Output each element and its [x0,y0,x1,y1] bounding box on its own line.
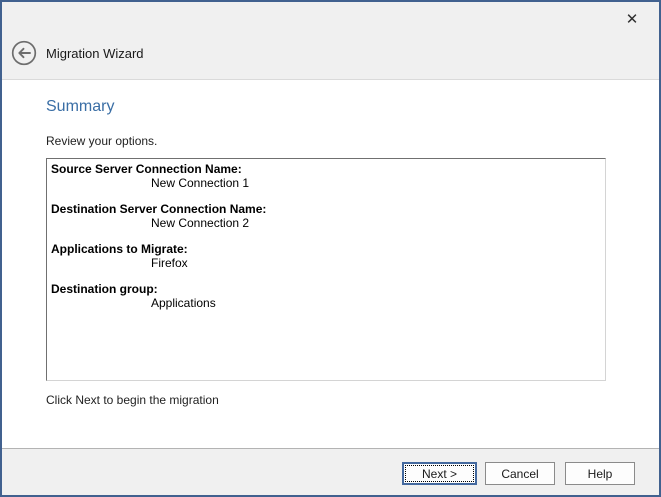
footer-button-band [2,448,659,495]
summary-value: Firefox [151,256,601,270]
page-title: Summary [46,98,114,116]
summary-value: New Connection 1 [151,176,601,190]
summary-label: Destination group: [51,283,601,296]
help-button[interactable]: Help [565,462,635,485]
next-button[interactable]: Next > [402,462,477,485]
summary-textbox[interactable]: Source Server Connection Name: New Conne… [46,158,606,381]
summary-item-destination-group: Destination group: Applications [51,283,601,310]
summary-item-destination-connection: Destination Server Connection Name: New … [51,203,601,230]
summary-label: Destination Server Connection Name: [51,203,601,216]
summary-value: New Connection 2 [151,216,601,230]
summary-label: Applications to Migrate: [51,243,601,256]
wizard-header: Migration Wizard [11,40,144,66]
summary-label: Source Server Connection Name: [51,163,601,176]
click-next-hint: Click Next to begin the migration [46,393,219,407]
wizard-title: Migration Wizard [46,46,144,61]
summary-item-source-connection: Source Server Connection Name: New Conne… [51,163,601,190]
close-icon[interactable]: ✕ [619,8,645,32]
summary-value: Applications [151,296,601,310]
review-options-text: Review your options. [46,134,157,148]
summary-item-applications: Applications to Migrate: Firefox [51,243,601,270]
title-bar: ✕ Migration Wizard [2,2,659,80]
migration-wizard-window: ✕ Migration Wizard Summary Review your o… [0,0,661,497]
cancel-button[interactable]: Cancel [485,462,555,485]
back-arrow-icon[interactable] [11,40,37,66]
